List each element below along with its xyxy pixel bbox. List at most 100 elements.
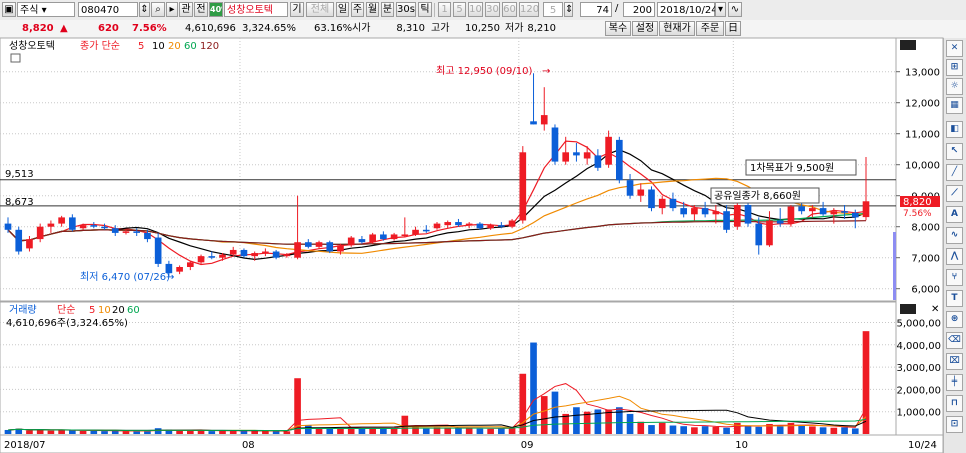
candle-body	[79, 225, 87, 229]
candle-body	[47, 223, 55, 227]
volume-tick-label: 2,000,00	[896, 385, 941, 396]
price-tick-label: 6,000	[911, 285, 940, 296]
price-legend-ma60: 60	[184, 41, 197, 52]
candle-body	[262, 251, 269, 254]
candle-body	[562, 152, 570, 162]
volume-bar	[219, 430, 226, 434]
candle-body	[444, 222, 452, 226]
candle-body	[240, 249, 248, 257]
volume-bar	[465, 427, 473, 434]
volume-bar	[626, 413, 634, 434]
candle-body	[487, 225, 494, 229]
pane-toggle-icon[interactable]	[900, 40, 916, 50]
price-tick-label: 11,000	[905, 130, 940, 141]
volume-legend-ma60: 60	[127, 305, 140, 316]
candle-body	[15, 229, 23, 252]
candle-body	[58, 217, 65, 224]
price-legend-ma10: 10	[152, 41, 165, 52]
volume-bar	[358, 428, 366, 434]
candle-body	[701, 208, 709, 215]
volume-bar	[272, 431, 280, 434]
volume-bar	[455, 428, 462, 434]
candle-body	[122, 231, 130, 233]
volume-bar	[809, 426, 816, 434]
volume-bar	[251, 431, 258, 434]
candle-body	[111, 228, 119, 233]
candle-body	[519, 152, 527, 221]
stock-chart[interactable]: 13,00012,00011,00010,0009,0008,0007,0006…	[0, 0, 966, 453]
candle-body	[154, 237, 162, 264]
volume-bar	[380, 428, 387, 434]
price-legend-ma20: 20	[168, 41, 181, 52]
candle-body	[337, 245, 344, 252]
volume-pane-close-icon[interactable]: ✕	[931, 304, 939, 315]
candle-body	[626, 180, 634, 196]
candle-body	[412, 229, 419, 235]
candle-body	[658, 198, 666, 209]
candle-body	[723, 211, 730, 230]
candle-body	[380, 234, 387, 240]
candle-body	[669, 198, 677, 209]
price-legend-ma: 종가 단순	[80, 40, 120, 52]
date-tick-label: 09	[521, 440, 534, 451]
volume-bar	[680, 426, 687, 434]
volume-bar	[390, 428, 398, 434]
candle-body	[69, 217, 76, 230]
candle-body	[583, 152, 591, 159]
date-tick-label: 2018/07	[4, 440, 46, 451]
volume-bar	[154, 428, 162, 434]
candle-body	[465, 223, 473, 226]
candle-body	[819, 208, 827, 215]
volume-pane-toggle-icon[interactable]	[900, 304, 916, 314]
volume-bar	[701, 426, 709, 434]
candle-body	[809, 208, 816, 212]
candle-body	[315, 242, 323, 247]
volume-bar	[744, 425, 752, 434]
candle-body	[712, 211, 720, 215]
volume-bar	[283, 431, 291, 434]
volume-bar	[187, 430, 194, 434]
price-tick-label: 7,000	[911, 254, 940, 265]
volume-bar	[176, 430, 183, 434]
volume-bar	[712, 426, 720, 434]
volume-tick-label: 1,000,00	[896, 408, 941, 419]
legend-checkbox[interactable]	[10, 53, 21, 63]
candle-body	[648, 189, 655, 209]
volume-bar	[540, 396, 548, 434]
volume-bar	[658, 422, 666, 434]
scroll-indicator[interactable]	[893, 232, 896, 300]
volume-bar	[337, 428, 344, 434]
volume-bar	[326, 428, 334, 434]
volume-bar	[776, 426, 784, 434]
volume-legend-name: 거래량	[9, 304, 37, 316]
volume-bar	[58, 430, 65, 434]
candle-body	[637, 189, 645, 196]
volume-tick-label: 4,000,00	[896, 341, 941, 352]
candle-body	[176, 267, 183, 272]
candle-body	[787, 206, 795, 224]
candle-body	[766, 220, 773, 246]
candle-body	[498, 225, 505, 227]
last-rate-value: 7.56%	[903, 209, 932, 219]
candle-body	[733, 205, 741, 227]
x-axis-panel	[0, 434, 944, 453]
candle-body	[605, 136, 612, 165]
candle-body	[422, 229, 430, 232]
volume-bar	[476, 428, 484, 434]
candle-body	[229, 249, 237, 255]
price-tick-label: 10,000	[905, 161, 940, 172]
candle-body	[272, 251, 280, 258]
price-tick-label: 8,000	[911, 223, 940, 234]
date-tick-label: 10	[735, 440, 748, 451]
price-tick-label: 13,000	[905, 68, 940, 79]
volume-legend-ma: 단순	[57, 304, 75, 316]
candle-body	[251, 253, 258, 257]
low-arrow-icon: →	[166, 272, 174, 283]
candle-body	[530, 121, 537, 125]
candle-body	[455, 222, 462, 226]
volume-bar	[841, 427, 848, 434]
candle-body	[219, 254, 226, 258]
y-axis-panel	[895, 37, 944, 436]
high-annotation: 최고 12,950 (09/10)	[436, 65, 532, 77]
candle-body	[680, 208, 687, 215]
